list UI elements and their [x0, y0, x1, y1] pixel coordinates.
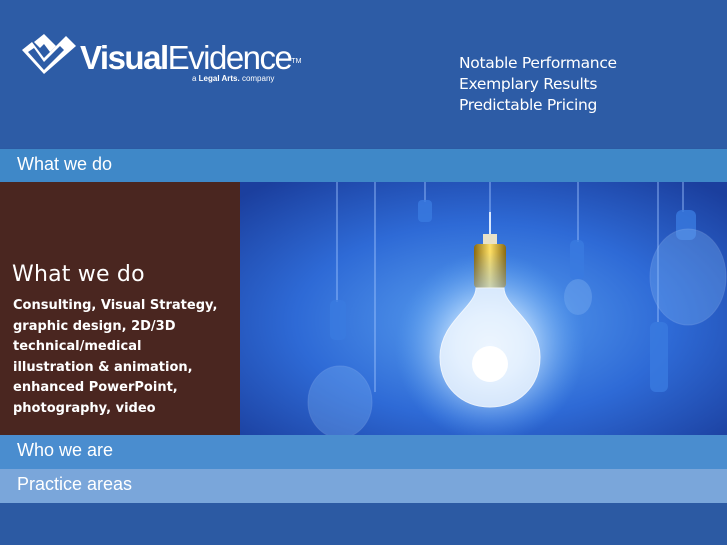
tagline-results: Exemplary Results	[459, 75, 598, 93]
panel-description: Consulting, Visual Strategy, graphic des…	[13, 296, 238, 419]
nav-practice-areas[interactable]: Practice areas	[0, 469, 727, 503]
logo-wordmark: VisualEvidenceTM	[80, 39, 302, 76]
taglines: Notable Performance Exemplary Results Pr…	[459, 53, 617, 116]
panel-title: What we do	[12, 262, 145, 287]
logo-chevron-icon	[22, 34, 76, 74]
what-we-do-panel: What we do Consulting, Visual Strategy, …	[0, 182, 240, 435]
light-bulbs-illustration	[240, 182, 727, 435]
panel-line: graphic design, 2D/3D	[13, 318, 176, 334]
panel-line: photography, video	[13, 400, 156, 416]
tagline-performance: Notable Performance	[459, 54, 617, 72]
site-header: VisualEvidenceTM a Legal Arts. company N…	[0, 0, 727, 148]
panel-line: enhanced PowerPoint,	[13, 380, 178, 395]
panel-line: illustration & animation,	[13, 359, 193, 375]
nav-who-we-are[interactable]: Who we are	[0, 435, 727, 469]
tagline-pricing: Predictable Pricing	[459, 96, 598, 114]
panel-line: Consulting, Visual Strategy,	[13, 298, 218, 313]
nav-what-we-do[interactable]: What we do	[0, 149, 727, 182]
visual-evidence-logo[interactable]: VisualEvidenceTM a Legal Arts. company	[20, 30, 302, 90]
logo-subline: a Legal Arts. company	[192, 74, 275, 83]
page-footer	[0, 503, 727, 545]
light-bulbs-image	[240, 182, 727, 435]
panel-line: technical/medical	[13, 339, 142, 354]
